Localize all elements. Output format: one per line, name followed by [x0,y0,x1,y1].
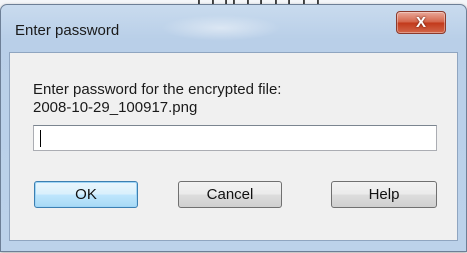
text-caret [40,130,41,147]
password-dialog-window: Enter password X Enter password for the … [0,4,467,252]
ok-button[interactable]: OK [34,181,138,208]
encrypted-filename-label: 2008-10-29_100917.png [33,99,198,116]
dialog-title: Enter password [15,22,120,39]
dialog-client-area: Enter password for the encrypted file: 2… [9,52,458,241]
title-bar-glow [161,15,281,41]
password-input[interactable] [33,125,437,151]
help-button[interactable]: Help [331,181,437,208]
password-prompt-label: Enter password for the encrypted file: [33,81,282,98]
cancel-button[interactable]: Cancel [178,181,282,208]
close-button[interactable]: X [396,11,446,34]
close-icon: X [415,14,426,31]
screen: ] ] [] ] [ ] [ ] ] Enter password X Ente… [0,0,467,253]
